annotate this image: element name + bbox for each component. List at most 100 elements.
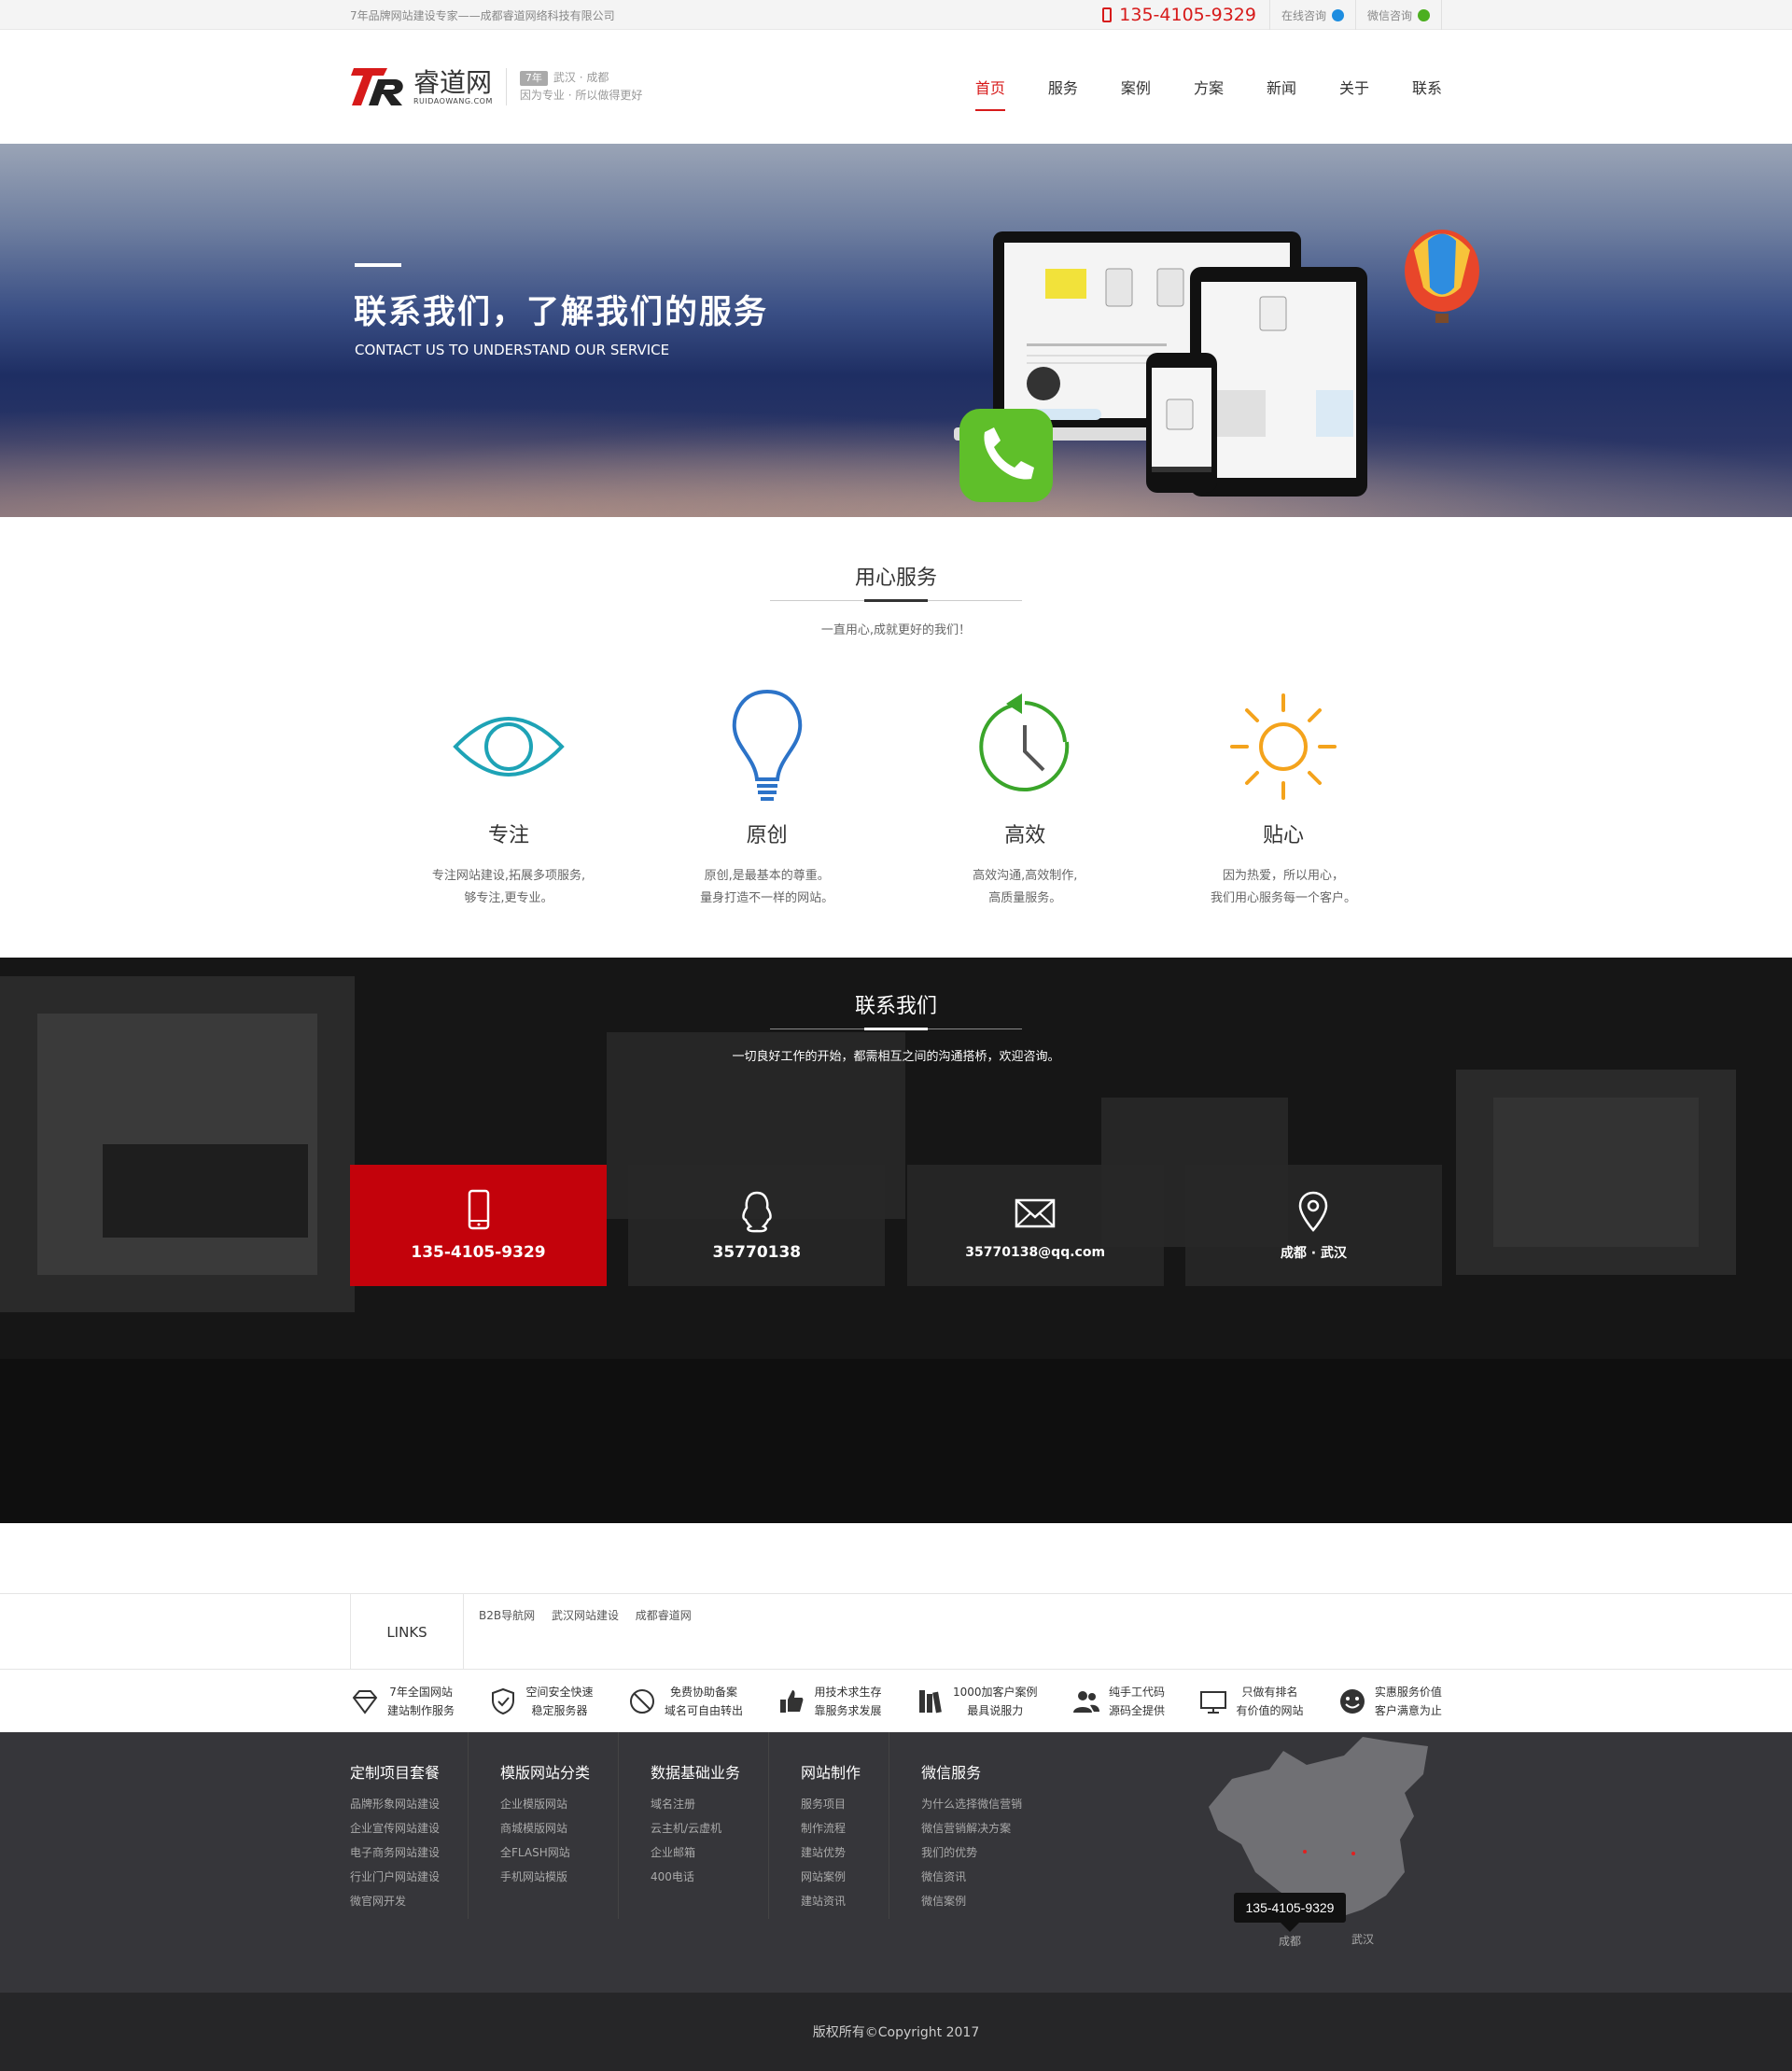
sun-icon — [1229, 693, 1337, 800]
nav-home[interactable]: 首页 — [974, 66, 1005, 111]
service-section: 用心服务 一直用心,成就更好的我们！ 专注 专注网站建设,拓展多项服务, 够专注,… — [0, 517, 1792, 958]
top-bar: 7年品牌网站建设专家——成都睿道网络科技有限公司 135-4105-9329 在… — [0, 0, 1792, 30]
footer-column-data: 数据基础业务 域名注册 云主机/云虚机 企业邮箱 400电话 — [651, 1732, 770, 1919]
feature-efficient[interactable]: 高效 高效沟通,高效制作, 高质量服务。 — [913, 686, 1137, 910]
feature-title: 专注 — [487, 824, 529, 847]
clock-icon — [979, 693, 1070, 792]
service-title-underline — [770, 599, 1022, 602]
feature-focus[interactable]: 专注 专注网站建设,拓展多项服务, 够专注,更专业。 — [397, 686, 621, 910]
footer-link[interactable]: 微信资讯 — [921, 1865, 1022, 1889]
logo-domain: RUIDAOWANG.COM — [413, 96, 493, 105]
feature-title: 原创 — [746, 824, 788, 847]
nav-news[interactable]: 新闻 — [1267, 66, 1296, 107]
lightbulb-icon — [732, 689, 802, 801]
mail-icon — [1015, 1198, 1056, 1228]
footer-link[interactable]: 建站资讯 — [801, 1889, 861, 1913]
nav-contact[interactable]: 联系 — [1412, 66, 1442, 107]
map-city-wuhan[interactable]: 武汉 — [1351, 1933, 1374, 1946]
footer-link[interactable]: 企业邮箱 — [651, 1840, 740, 1865]
footer-link[interactable]: 服务项目 — [801, 1792, 861, 1816]
footer-link[interactable]: 微信案例 — [921, 1889, 1022, 1913]
banner-title: 联系我们，了解我们的服务 — [354, 294, 769, 331]
footer-column-title: 网站制作 — [801, 1764, 861, 1782]
logo-divider — [505, 68, 507, 105]
promise-item: 纯手工代码 源码全提供 — [1071, 1683, 1165, 1720]
footer-link[interactable]: 我们的优势 — [921, 1840, 1022, 1865]
service-promises: 7年全国网站 建站制作服务 空间安全快速 稳定服务器 免费协助备案 域名可自由转出 用… — [0, 1670, 1792, 1732]
qq-icon — [1331, 8, 1344, 21]
footer-link[interactable]: 制作流程 — [801, 1816, 861, 1840]
footer-link[interactable]: 商城模版网站 — [500, 1816, 590, 1840]
promise-item: 空间安全快速 稳定服务器 — [488, 1683, 594, 1720]
nav-solutions[interactable]: 方案 — [1194, 66, 1224, 107]
contact-card-phone[interactable]: 135-4105-9329 — [350, 1165, 607, 1286]
friend-link[interactable]: B2B导航网 — [479, 1609, 535, 1622]
footer-link[interactable]: 云主机/云虚机 — [651, 1816, 740, 1840]
footer-link[interactable]: 网站案例 — [801, 1865, 861, 1889]
smile-icon — [1339, 1688, 1365, 1714]
wechat-icon — [1418, 8, 1430, 21]
shield-icon — [492, 1687, 515, 1714]
footer-link[interactable]: 行业门户网站建设 — [350, 1865, 440, 1889]
wechat-consult-label: 微信咨询 — [1366, 8, 1412, 22]
map-city-chengdu[interactable]: 成都 — [1279, 1935, 1301, 1948]
nav-services[interactable]: 服务 — [1048, 66, 1078, 107]
footer-column-wechat: 微信服务 为什么选择微信营销 微信营销解决方案 我们的优势 微信资讯 微信案例 — [921, 1732, 1050, 1919]
map-phone: 135-4105-9329 — [1246, 1900, 1335, 1915]
footer-link[interactable]: 电子商务网站建设 — [350, 1840, 440, 1865]
years-badge: 7年 — [519, 71, 548, 86]
thumbs-up-icon — [780, 1689, 804, 1713]
contact-card-location[interactable]: 成都 · 武汉 — [1184, 1165, 1442, 1286]
footer-link[interactable]: 400电话 — [651, 1865, 740, 1889]
location-icon — [1299, 1191, 1328, 1232]
promise-item: 用技术求生存 靠服务求发展 — [777, 1683, 881, 1720]
contact-card-email[interactable]: 35770138@qq.com — [906, 1165, 1164, 1286]
logo-text: 睿道网 — [413, 66, 493, 98]
footer-link[interactable]: 品牌形象网站建设 — [350, 1792, 440, 1816]
feature-title: 高效 — [1004, 824, 1046, 847]
users-icon — [1072, 1690, 1099, 1713]
logo[interactable]: 睿道网 RUIDAOWANG.COM 7年 武汉 · 成都 因为专业 · 所以做得… — [350, 63, 642, 111]
footer-link[interactable]: 企业模版网站 — [500, 1792, 590, 1816]
china-map: 135-4105-9329 成都 武汉 — [1209, 1737, 1428, 1948]
hot-air-balloon-icon — [1405, 230, 1479, 323]
devices-illustration — [954, 230, 1479, 502]
footer-link[interactable]: 建站优势 — [801, 1840, 861, 1865]
footer-column-title: 数据基础业务 — [651, 1764, 741, 1782]
promise-item: 免费协助备案 域名可自由转出 — [627, 1683, 743, 1720]
wechat-consult-link[interactable]: 微信咨询 — [1356, 0, 1442, 30]
feature-caring[interactable]: 贴心 因为热爱，所以用心， 我们用心服务每一个客户。 — [1171, 686, 1395, 910]
nav-about[interactable]: 关于 — [1339, 66, 1369, 107]
footer-link[interactable]: 全FLASH网站 — [500, 1840, 590, 1865]
contact-location: 成都 · 武汉 — [1280, 1246, 1348, 1261]
ban-icon — [629, 1688, 654, 1714]
footer: 定制项目套餐 品牌形象网站建设 企业宣传网站建设 电子商务网站建设 行业门户网站… — [0, 1732, 1792, 1993]
footer-link[interactable]: 为什么选择微信营销 — [921, 1792, 1022, 1816]
footer-link[interactable]: 微官网开发 — [350, 1889, 440, 1913]
promise-item: 7年全国网站 建站制作服务 — [350, 1683, 455, 1720]
feature-original[interactable]: 原创 原创,是最基本的尊重。 量身打造不一样的网站。 — [655, 686, 879, 910]
contact-subtitle: 一切良好工作的开始，都需相互之间的沟通搭桥，欢迎咨询。 — [732, 1050, 1060, 1064]
footer-column-custom: 定制项目套餐 品牌形象网站建设 企业宣传网站建设 电子商务网站建设 行业门户网站… — [350, 1732, 469, 1919]
friend-link[interactable]: 武汉网站建设 — [552, 1609, 619, 1622]
footer-link[interactable]: 域名注册 — [651, 1792, 740, 1816]
logo-cities: 武汉 · 成都 — [553, 71, 609, 84]
logo-r-icon — [351, 68, 403, 105]
online-consult-link[interactable]: 在线咨询 — [1270, 0, 1356, 30]
contact-card-qq[interactable]: 35770138 — [628, 1165, 886, 1286]
online-consult-label: 在线咨询 — [1281, 8, 1326, 22]
top-slogan: 7年品牌网站建设专家——成都睿道网络科技有限公司 — [350, 8, 615, 22]
footer-column-web: 网站制作 服务项目 制作流程 建站优势 网站案例 建站资讯 — [801, 1732, 890, 1919]
top-phone[interactable]: 135-4105-9329 — [1102, 0, 1270, 30]
footer-column-title: 定制项目套餐 — [350, 1764, 441, 1782]
nav-cases[interactable]: 案例 — [1121, 66, 1151, 107]
footer-link[interactable]: 手机网站模版 — [500, 1865, 590, 1889]
contact-qq: 35770138 — [712, 1243, 802, 1262]
contact-section: 联系我们 一切良好工作的开始，都需相互之间的沟通搭桥，欢迎咨询。 135-410… — [0, 958, 1792, 1523]
footer-link[interactable]: 企业宣传网站建设 — [350, 1816, 440, 1840]
friend-link[interactable]: 成都睿道网 — [636, 1609, 692, 1622]
footer-link[interactable]: 微信营销解决方案 — [921, 1816, 1022, 1840]
main-nav: 首页 服务 案例 方案 新闻 关于 联系 — [932, 66, 1442, 111]
promise-item: 实惠服务价值 客户满意为止 — [1337, 1683, 1442, 1720]
contact-email: 35770138@qq.com — [965, 1245, 1106, 1260]
